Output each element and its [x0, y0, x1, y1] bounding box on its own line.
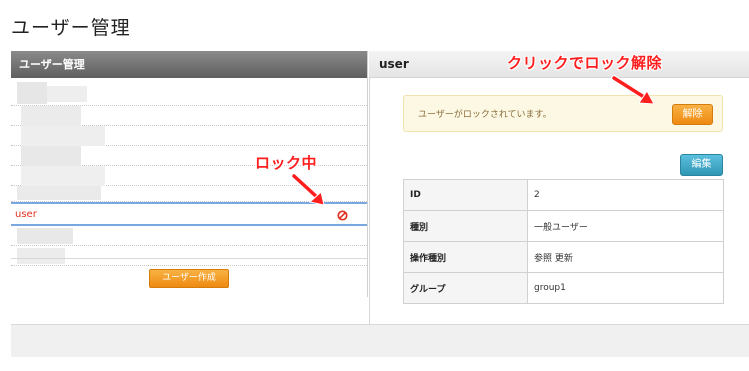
detail-key: 種別 [403, 210, 528, 242]
annotation-arrow-icon [611, 75, 655, 105]
user-list-header: ユーザー管理 [11, 51, 367, 78]
table-row: 操作種別 参照 更新 [403, 241, 724, 273]
table-row: グループ group1 [403, 272, 724, 304]
list-item[interactable] [11, 226, 367, 246]
edit-button[interactable]: 編集 [680, 154, 723, 176]
detail-value: 2 [527, 179, 724, 211]
user-detail-table: ID 2 種別 一般ユーザー 操作種別 参照 更新 グループ group1 [403, 179, 724, 304]
footer-bar [11, 324, 749, 357]
create-user-button[interactable]: ユーザー作成 [149, 269, 229, 288]
detail-value: 一般ユーザー [527, 210, 724, 242]
list-item[interactable] [11, 78, 367, 106]
annotation-unlock-hint: クリックでロック解除 [507, 54, 663, 72]
detail-key: グループ [403, 272, 528, 304]
detail-value: 参照 更新 [527, 241, 724, 273]
detail-key: ID [403, 179, 528, 211]
no-entry-icon [337, 210, 348, 221]
list-item[interactable] [11, 106, 367, 126]
user-name: user [15, 209, 37, 220]
unlock-button[interactable]: 解除 [672, 104, 713, 125]
page-title: ユーザー管理 [11, 17, 131, 39]
table-row: 種別 一般ユーザー [403, 210, 724, 242]
list-item[interactable] [11, 246, 367, 266]
alert-message: ユーザーがロックされています。 [418, 110, 552, 120]
divider [11, 258, 367, 259]
detail-key: 操作種別 [403, 241, 528, 273]
locked-alert: ユーザーがロックされています。 解除 [403, 95, 723, 132]
annotation-arrow-icon [291, 173, 325, 206]
detail-value: group1 [527, 272, 724, 304]
list-item[interactable] [11, 126, 367, 146]
table-row: ID 2 [403, 179, 724, 211]
annotation-locked-label: ロック中 [255, 154, 318, 172]
user-detail-panel: ユーザーがロックされています。 解除 編集 ID 2 種別 一般ユーザー 操作種… [369, 78, 749, 324]
